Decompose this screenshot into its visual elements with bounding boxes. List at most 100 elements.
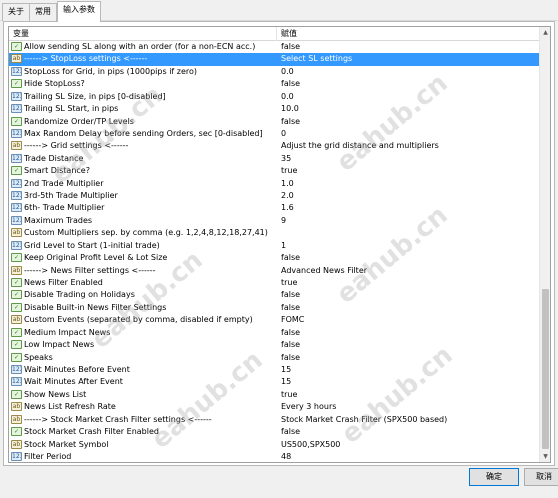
parameter-value[interactable]: Stock Market Crash Filter (SPX500 based) xyxy=(281,414,447,426)
parameter-row[interactable]: ab News List Refresh Rate Every 3 hours xyxy=(9,401,539,413)
parameter-value[interactable]: 0.0 xyxy=(281,91,294,103)
parameter-value[interactable]: false xyxy=(281,426,300,438)
scroll-down-icon[interactable]: ▼ xyxy=(540,451,550,462)
parameter-row[interactable]: ✓ Keep Original Profit Level & Lot Size fa… xyxy=(9,252,539,264)
parameter-value[interactable]: false xyxy=(281,289,300,301)
parameter-name: Low Impact News xyxy=(24,340,95,350)
parameter-value[interactable]: US500,SPX500 xyxy=(281,439,340,451)
parameter-value[interactable]: false xyxy=(281,116,300,128)
parameter-row[interactable]: ✓ Stock Market Crash Filter Enabled false xyxy=(9,426,539,438)
parameter-value[interactable]: 15 xyxy=(281,364,291,376)
parameter-row[interactable]: ✓ Allow sending SL along with an order (f… xyxy=(9,41,539,53)
parameter-row[interactable]: 123Grid Level to Start (1-initial trade)… xyxy=(9,240,539,252)
parameter-row[interactable]: 1232nd Trade Multiplier 1.0 xyxy=(9,178,539,190)
boolean-type-icon: ✓ xyxy=(11,389,22,399)
parameter-value[interactable]: 1.0 xyxy=(281,178,294,190)
parameter-value[interactable]: false xyxy=(281,352,300,364)
parameter-value[interactable]: 10.0 xyxy=(281,103,299,115)
parameter-row[interactable]: ab Custom Events (separated by comma, dis… xyxy=(9,314,539,326)
parameter-value[interactable]: Advanced News Filter xyxy=(281,265,367,277)
parameter-value[interactable]: 0.0 xyxy=(281,66,294,78)
parameter-value[interactable]: 2.0 xyxy=(281,190,294,202)
string-type-icon: ab xyxy=(11,141,22,151)
parameter-row[interactable]: 123Filter Period 48 xyxy=(9,451,539,462)
string-type-icon: ab xyxy=(11,228,22,238)
parameter-name: Keep Original Profit Level & Lot Size xyxy=(24,253,168,263)
parameter-row[interactable]: ✓ Speaks false xyxy=(9,352,539,364)
parameter-value[interactable]: 48 xyxy=(281,451,291,462)
cancel-button[interactable]: 取消 xyxy=(524,468,558,486)
parameter-row[interactable]: 123Wait Minutes After Event 15 xyxy=(9,376,539,388)
parameter-row[interactable]: ✓ Smart Distance? true xyxy=(9,165,539,177)
ok-button[interactable]: 确定 xyxy=(469,468,519,486)
boolean-type-icon: ✓ xyxy=(11,166,22,176)
number-type-icon: 123 xyxy=(11,191,22,201)
parameter-row[interactable]: ✓ Randomize Order/TP Levels false xyxy=(9,116,539,128)
parameter-value[interactable]: false xyxy=(281,327,300,339)
parameter-value[interactable]: false xyxy=(281,41,300,53)
parameter-value[interactable]: 1.6 xyxy=(281,202,294,214)
boolean-type-icon: ✓ xyxy=(11,79,22,89)
parameter-row[interactable]: ab Custom Multipliers sep. by comma (e.g.… xyxy=(9,227,539,239)
parameter-row[interactable]: 123StopLoss for Grid, in pips (1000pips … xyxy=(9,66,539,78)
parameter-row[interactable]: ✓ Disable Trading on Holidays false xyxy=(9,289,539,301)
parameter-row[interactable]: 123Wait Minutes Before Event 15 xyxy=(9,364,539,376)
number-type-icon: 123 xyxy=(11,203,22,213)
parameter-value[interactable]: 15 xyxy=(281,376,291,388)
parameter-value[interactable]: Adjust the grid distance and multipliers xyxy=(281,140,439,152)
parameter-row[interactable]: ab ------> StopLoss settings <------ Selec… xyxy=(9,53,539,66)
parameter-value[interactable]: false xyxy=(281,252,300,264)
tab-about[interactable]: 关于 xyxy=(2,3,30,21)
string-type-icon: ab xyxy=(11,414,22,424)
parameter-row[interactable]: ab ------> Stock Market Crash Filter sett… xyxy=(9,414,539,426)
parameter-value[interactable]: 1 xyxy=(281,240,286,252)
parameter-value[interactable]: Every 3 hours xyxy=(281,401,336,413)
parameter-value[interactable]: Select SL settings xyxy=(281,53,352,65)
parameter-value[interactable]: true xyxy=(281,165,297,177)
scroll-thumb[interactable] xyxy=(542,289,549,449)
parameter-value[interactable]: FOMC xyxy=(281,314,304,326)
scroll-up-icon[interactable]: ▲ xyxy=(540,27,550,38)
parameter-name: ------> StopLoss settings <------ xyxy=(24,54,148,64)
parameter-row[interactable]: 1236th- Trade Multiplier 1.6 xyxy=(9,202,539,214)
grid-header: 变量 赋值 xyxy=(9,27,539,41)
parameter-row[interactable]: ✓ Hide StopLoss? false xyxy=(9,78,539,90)
parameter-row[interactable]: 123Trailing SL Size, in pips [0-disabled… xyxy=(9,91,539,103)
parameter-name: Randomize Order/TP Levels xyxy=(24,116,134,126)
parameter-row[interactable]: 123Trade Distance 35 xyxy=(9,153,539,165)
parameter-row[interactable]: ab ------> Grid settings <------ Adjust th… xyxy=(9,140,539,152)
parameter-row[interactable]: 123Maximum Trades 9 xyxy=(9,215,539,227)
parameter-value[interactable]: false xyxy=(281,302,300,314)
parameter-row[interactable]: 1233rd-5th Trade Multiplier 2.0 xyxy=(9,190,539,202)
tab-bar: 关于 常用 输入参数 xyxy=(0,0,558,22)
parameter-value[interactable]: 35 xyxy=(281,153,291,165)
number-type-icon: 123 xyxy=(11,91,22,101)
parameter-value[interactable]: true xyxy=(281,277,297,289)
parameter-row[interactable]: ✓ Low Impact News false xyxy=(9,339,539,351)
parameter-name: News List Refresh Rate xyxy=(24,402,116,412)
header-variable[interactable]: 变量 xyxy=(9,27,277,41)
parameter-row[interactable]: 123Max Random Delay before sending Order… xyxy=(9,128,539,140)
parameter-name: ------> News Filter settings <------ xyxy=(24,265,156,275)
number-type-icon: 123 xyxy=(11,178,22,188)
vertical-scrollbar[interactable]: ▲ ▼ xyxy=(539,27,550,462)
parameter-value[interactable]: 9 xyxy=(281,215,286,227)
tab-inputs[interactable]: 输入参数 xyxy=(57,1,101,22)
parameter-row[interactable]: 123Trailing SL Start, in pips 10.0 xyxy=(9,103,539,115)
parameter-row[interactable]: ✓ Disable Built-in News Filter Settings fa… xyxy=(9,302,539,314)
number-type-icon: 123 xyxy=(11,104,22,114)
parameter-row[interactable]: ab Stock Market Symbol US500,SPX500 xyxy=(9,439,539,451)
parameter-row[interactable]: ✓ Show News List true xyxy=(9,389,539,401)
parameter-value[interactable]: false xyxy=(281,339,300,351)
parameter-row[interactable]: ✓ News Filter Enabled true xyxy=(9,277,539,289)
parameter-value[interactable]: false xyxy=(281,78,300,90)
number-type-icon: 123 xyxy=(11,153,22,163)
tab-common[interactable]: 常用 xyxy=(29,3,57,21)
header-value[interactable]: 赋值 xyxy=(277,27,539,41)
boolean-type-icon: ✓ xyxy=(11,278,22,288)
parameter-name: News Filter Enabled xyxy=(24,278,103,288)
parameter-row[interactable]: ab ------> News Filter settings <------ Ad… xyxy=(9,265,539,277)
parameter-row[interactable]: ✓ Medium Impact News false xyxy=(9,327,539,339)
parameter-value[interactable]: true xyxy=(281,389,297,401)
parameter-value[interactable]: 0 xyxy=(281,128,286,140)
